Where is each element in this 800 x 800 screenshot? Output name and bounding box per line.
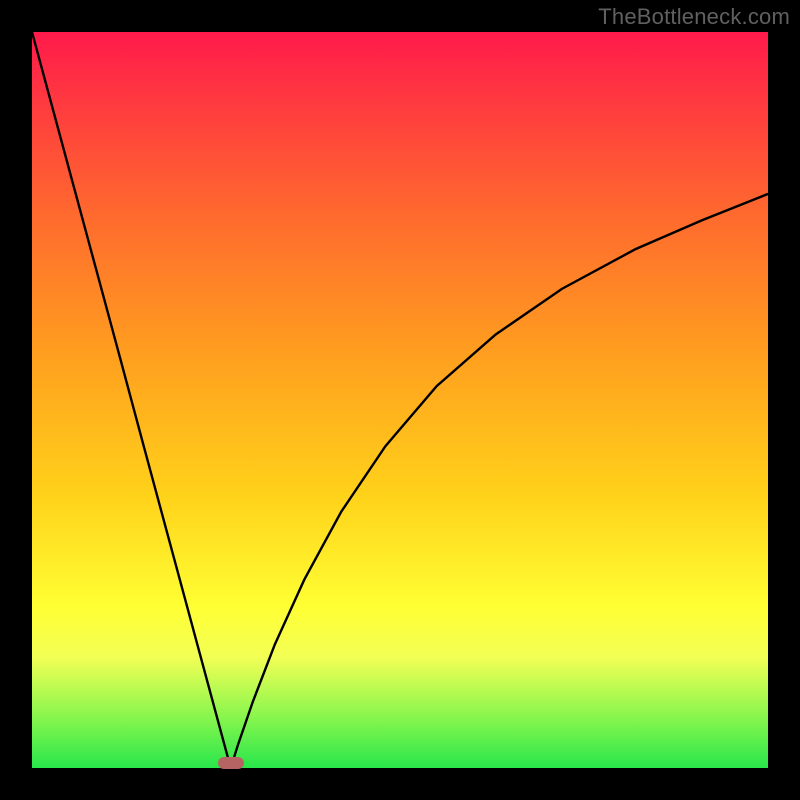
minimum-marker <box>218 757 244 769</box>
curve-path <box>32 32 768 768</box>
attribution-text: TheBottleneck.com <box>598 4 790 30</box>
plot-area <box>32 32 768 768</box>
curve-svg <box>32 32 768 768</box>
chart-frame: TheBottleneck.com <box>0 0 800 800</box>
